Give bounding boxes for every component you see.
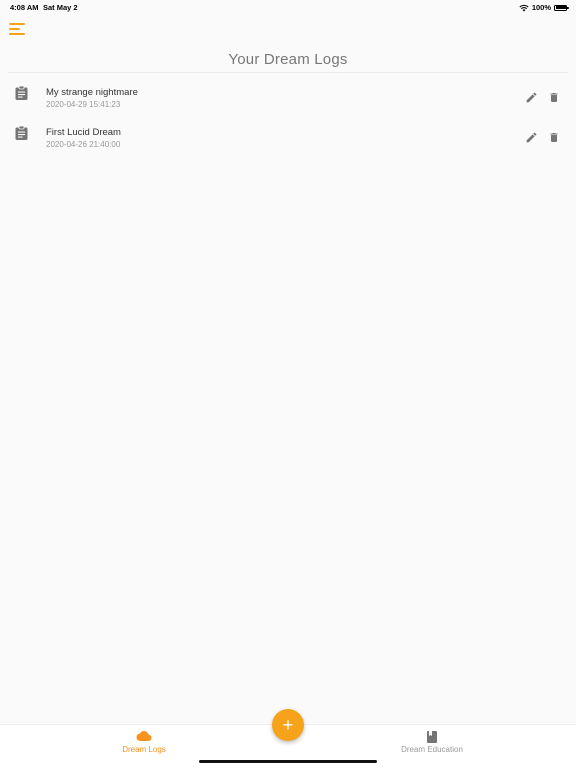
status-date: Sat May 2 [43,3,78,12]
trash-icon[interactable] [548,131,560,144]
dream-log-list: My strange nightmare 2020-04-29 15:41:23… [0,78,576,158]
trash-icon[interactable] [548,91,560,104]
tab-dream-logs[interactable]: Dream Logs [44,725,244,765]
clipboard-icon [15,126,28,140]
battery-icon [554,4,569,11]
status-time: 4:08 AM [10,3,39,12]
clipboard-icon [15,86,28,100]
list-item[interactable]: First Lucid Dream 2020-04-26 21:40:00 [0,118,576,158]
home-indicator [199,760,377,763]
battery-percent: 100% [531,3,551,12]
pencil-icon[interactable] [525,131,538,144]
list-item[interactable]: My strange nightmare 2020-04-29 15:41:23 [0,78,576,118]
pencil-icon[interactable] [525,91,538,104]
log-title: My strange nightmare [46,87,138,98]
plus-icon: + [282,715,294,735]
tab-label: Dream Education [401,745,463,754]
status-indicators: 100% [519,3,569,12]
title-divider [8,72,568,73]
tab-label: Dream Logs [122,745,166,754]
add-dream-log-button[interactable]: + [272,709,304,741]
hamburger-menu-icon[interactable] [9,23,27,37]
cloud-icon [136,731,152,741]
status-bar: 4:08 AM Sat May 2 100% [0,0,576,14]
log-title: First Lucid Dream [46,127,121,138]
book-icon [427,731,437,743]
app-screen: 4:08 AM Sat May 2 100% Your Dream Logs M… [0,0,576,768]
wifi-icon [519,4,529,11]
page-title: Your Dream Logs [228,51,348,68]
log-date: 2020-04-26 21:40:00 [46,139,121,149]
log-date: 2020-04-29 15:41:23 [46,99,121,109]
tab-dream-education[interactable]: Dream Education [332,725,532,765]
